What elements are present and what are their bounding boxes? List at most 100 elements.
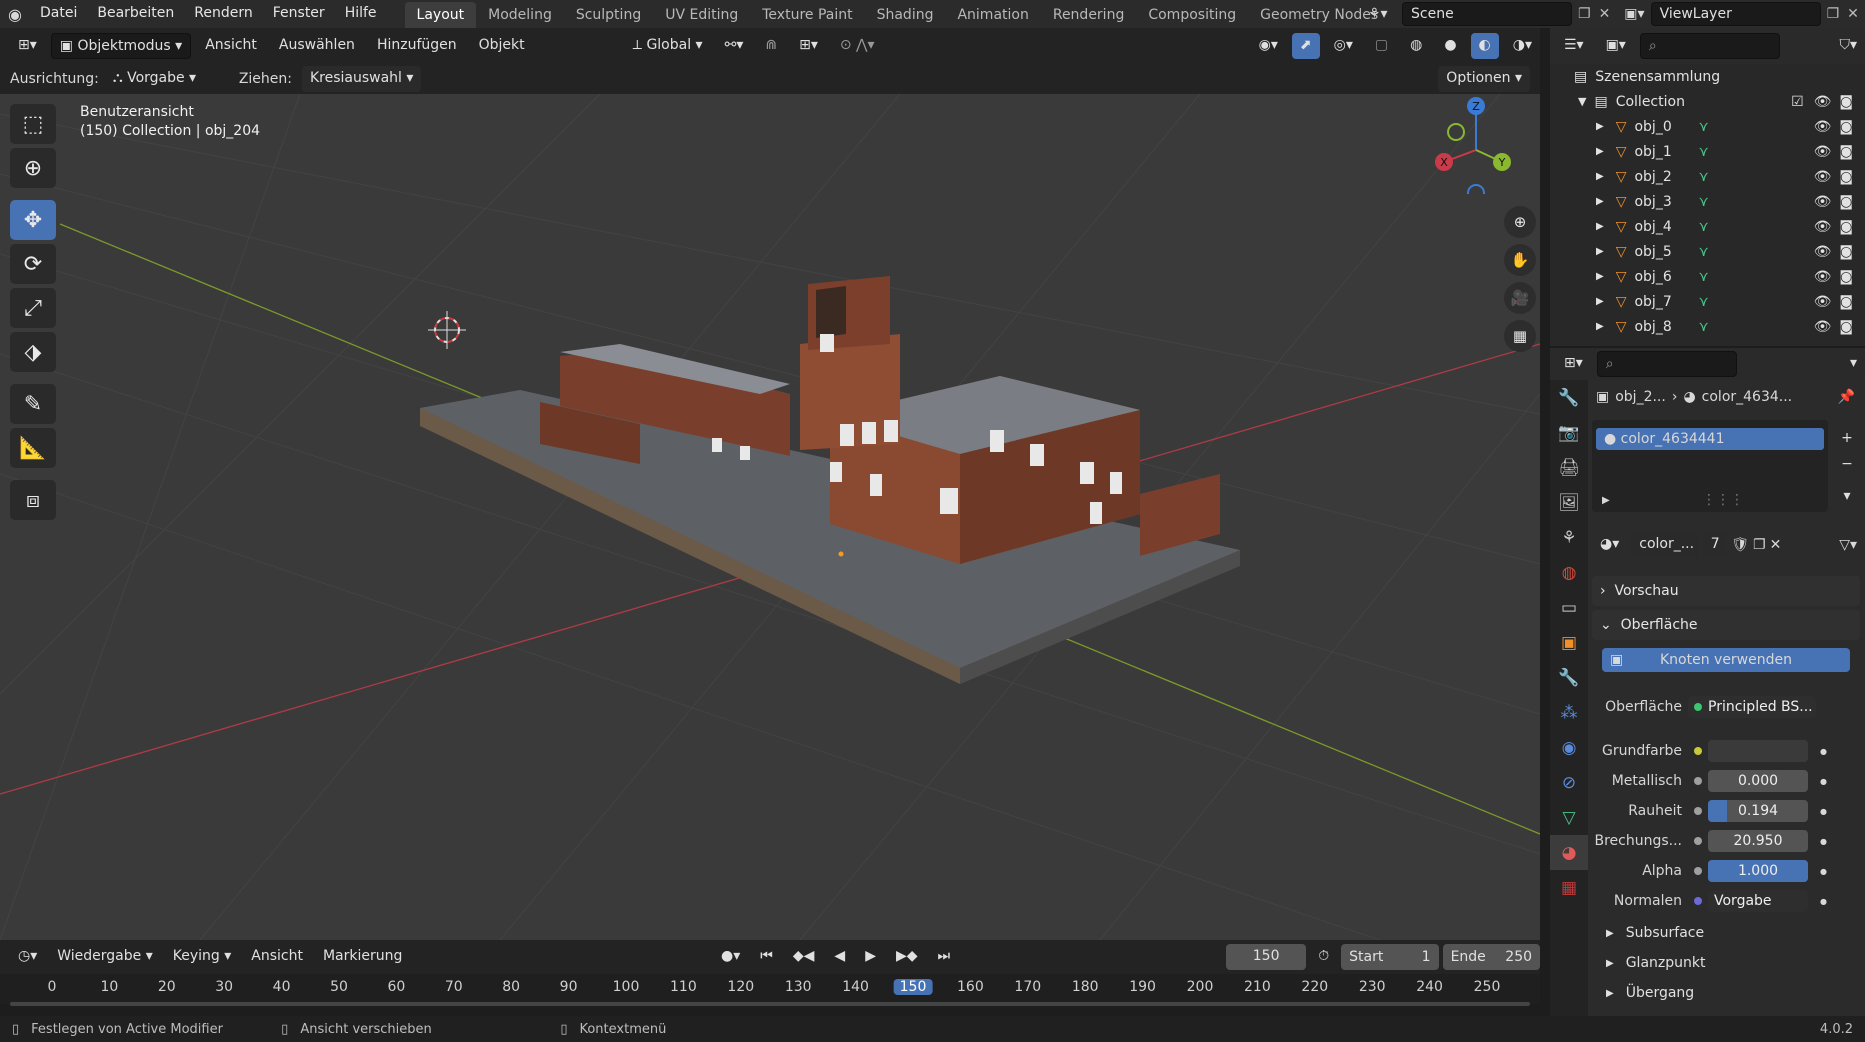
socket-icon[interactable] — [1694, 837, 1702, 845]
outliner-object-row[interactable]: ▶ ▽ obj_4 ⋎ 👁 ◙ — [1550, 214, 1865, 239]
outliner-object-row[interactable]: ▶ ▽ obj_0 ⋎ 👁 ◙ — [1550, 114, 1865, 139]
camera-icon[interactable]: ◙ — [1839, 194, 1853, 210]
keying-menu[interactable]: Keying ▾ — [165, 944, 240, 970]
material-tab-icon[interactable]: ◕ — [1550, 835, 1588, 870]
viewlayer-icon[interactable]: ▣▾ — [1624, 6, 1644, 22]
keyframe-dot-icon[interactable]: ● — [1820, 777, 1827, 786]
socket-icon[interactable] — [1694, 777, 1702, 785]
socket-icon[interactable] — [1694, 897, 1702, 905]
camera-icon[interactable]: ◙ — [1839, 119, 1853, 135]
outliner-search-input[interactable]: ⌕ — [1639, 33, 1780, 59]
overlay-icon[interactable]: ◎▾ — [1326, 33, 1361, 59]
menu-fenster[interactable]: Fenster — [263, 0, 335, 28]
pan-hand-icon[interactable]: ✋ — [1504, 244, 1536, 276]
camera-icon[interactable]: ◙ — [1839, 144, 1853, 160]
expand-arrow-icon[interactable]: ▶ — [1596, 121, 1604, 132]
properties-options-icon[interactable]: ▾ — [1842, 351, 1865, 377]
object-menu[interactable]: Objekt — [471, 33, 533, 59]
move-tool-icon[interactable]: ✥ — [10, 200, 56, 240]
outliner-object-row[interactable]: ▶ ▽ obj_6 ⋎ 👁 ◙ — [1550, 264, 1865, 289]
material-browse-icon[interactable]: ◕▾ — [1592, 532, 1627, 558]
socket-icon[interactable] — [1694, 807, 1702, 815]
select-menu[interactable]: Auswählen — [271, 33, 363, 59]
expand-arrow-icon[interactable]: ▶ — [1596, 171, 1604, 182]
keyframe-dot-icon[interactable]: ● — [1820, 837, 1827, 846]
checkbox-icon[interactable]: ☑ — [1791, 94, 1804, 110]
eye-icon[interactable]: 👁 — [1814, 319, 1832, 335]
scene-collection-row[interactable]: ▤ Szenensammlung — [1550, 64, 1865, 89]
socket-icon[interactable] — [1694, 747, 1702, 755]
perspective-toggle-icon[interactable]: ▦ — [1504, 320, 1536, 352]
field-value-box[interactable]: 0.000 — [1708, 770, 1808, 792]
gizmo-toggle-icon[interactable]: ⬈ — [1291, 33, 1320, 59]
close-viewlayer-icon[interactable]: ✕ — [1847, 6, 1859, 22]
material-users-count[interactable]: 7 — [1703, 532, 1728, 558]
expand-arrow-icon[interactable]: ▼ — [1578, 95, 1586, 108]
navigation-gizmo[interactable]: Z X Y — [1424, 94, 1534, 194]
transform-tool-icon[interactable]: ⬗ — [10, 332, 56, 372]
expand-arrow-icon[interactable]: ▶ — [1596, 321, 1604, 332]
remove-slot-icon[interactable]: − — [1834, 452, 1860, 478]
camera-icon[interactable]: ◙ — [1839, 219, 1853, 235]
mesh-data-icon[interactable]: ⋎ — [1698, 144, 1708, 160]
end-frame-field[interactable]: Ende 250 — [1442, 944, 1541, 970]
eye-icon[interactable]: 👁 — [1814, 119, 1832, 135]
annotate-tool-icon[interactable]: ✎ — [10, 384, 56, 424]
field-value-box[interactable]: 0.194 — [1708, 800, 1808, 822]
jump-end-icon[interactable]: ⏭ — [930, 944, 959, 970]
eye-icon[interactable]: 👁 — [1814, 219, 1832, 235]
particles-tab-icon[interactable]: ⁂ — [1550, 695, 1588, 730]
expand-arrow-icon[interactable]: ▶ — [1596, 221, 1604, 232]
tab-animation[interactable]: Animation — [945, 2, 1040, 28]
options-button[interactable]: Optionen ▾ — [1438, 66, 1530, 92]
field-value-box[interactable]: Vorgabe — [1708, 890, 1808, 912]
material-filter-icon[interactable]: ▽▾ — [1839, 537, 1857, 553]
mesh-data-icon[interactable]: ⋎ — [1698, 194, 1708, 210]
tab-layout[interactable]: Layout — [404, 2, 477, 28]
shading-solid-icon[interactable]: ● — [1436, 33, 1464, 59]
expand-arrow-icon[interactable]: ▶ — [1596, 146, 1604, 157]
menu-hilfe[interactable]: Hilfe — [335, 0, 387, 28]
outliner-object-row[interactable]: ▶ ▽ obj_2 ⋎ 👁 ◙ — [1550, 164, 1865, 189]
camera-icon[interactable]: ◙ — [1839, 269, 1853, 285]
scene-icon[interactable]: ⚘▾ — [1368, 6, 1402, 22]
outliner-object-row[interactable]: ▶ ▽ obj_3 ⋎ 👁 ◙ — [1550, 189, 1865, 214]
menu-datei[interactable]: Datei — [30, 0, 87, 28]
subpanel-header[interactable]: ▶ Übergang — [1606, 980, 1694, 1006]
measure-tool-icon[interactable]: 📐 — [10, 428, 56, 468]
expand-arrow-icon[interactable]: ▶ — [1596, 246, 1604, 257]
tab-uv-editing[interactable]: UV Editing — [653, 2, 750, 28]
start-frame-field[interactable]: Start 1 — [1341, 944, 1439, 970]
outliner-object-row[interactable]: ▶ ▽ obj_7 ⋎ 👁 ◙ — [1550, 289, 1865, 314]
drag-selector[interactable]: Kresiauswahl ▾ — [301, 66, 422, 92]
rotate-tool-icon[interactable]: ⟳ — [10, 244, 56, 284]
drag-handle-icon[interactable]: ⋮⋮⋮ — [1702, 492, 1744, 508]
add-menu[interactable]: Hinzufügen — [369, 33, 465, 59]
visibility-icon[interactable]: ◉▾ — [1251, 33, 1286, 59]
eye-icon[interactable]: 👁 — [1814, 269, 1832, 285]
3d-viewport[interactable]: Benutzeransicht (150) Collection | obj_2… — [0, 94, 1540, 940]
next-keyframe-icon[interactable]: ▶◆ — [888, 944, 926, 970]
expand-arrow-icon[interactable]: ▶ — [1596, 296, 1604, 307]
keyframe-dot-icon[interactable]: ● — [1820, 897, 1827, 906]
subpanel-header[interactable]: ▶ Glanzpunkt — [1606, 950, 1705, 976]
tab-sculpting[interactable]: Sculpting — [564, 2, 653, 28]
mesh-data-icon[interactable]: ⋎ — [1698, 294, 1708, 310]
collection-tab-icon[interactable]: ▭ — [1550, 590, 1588, 625]
mesh-data-icon[interactable]: ⋎ — [1698, 319, 1708, 335]
pivot-icon[interactable]: ⚯▾ — [717, 33, 752, 59]
add-slot-icon[interactable]: + — [1834, 426, 1860, 452]
outliner-object-row[interactable]: ▶ ▽ obj_1 ⋎ 👁 ◙ — [1550, 139, 1865, 164]
view-menu[interactable]: Ansicht — [197, 33, 265, 59]
outliner-object-row[interactable]: ▶ ▽ obj_8 ⋎ 👁 ◙ — [1550, 314, 1865, 339]
outliner-editor-icon[interactable]: ☰▾ — [1556, 33, 1592, 59]
playback-menu[interactable]: Wiedergabe ▾ — [49, 944, 161, 970]
unlink-icon[interactable]: ✕ — [1770, 537, 1782, 553]
render-tab-icon[interactable]: 📷 — [1550, 415, 1588, 450]
collection-row[interactable]: ▼ ▤ Collection ☑ 👁 ◙ — [1550, 89, 1865, 114]
keyframe-dot-icon[interactable]: ● — [1820, 867, 1827, 876]
eye-icon[interactable]: 👁 — [1814, 294, 1832, 310]
select-box-icon[interactable]: ⬚ — [10, 104, 56, 144]
mode-selector[interactable]: ▣ Objektmodus ▾ — [50, 33, 192, 59]
eye-icon[interactable]: 👁 — [1814, 194, 1832, 210]
